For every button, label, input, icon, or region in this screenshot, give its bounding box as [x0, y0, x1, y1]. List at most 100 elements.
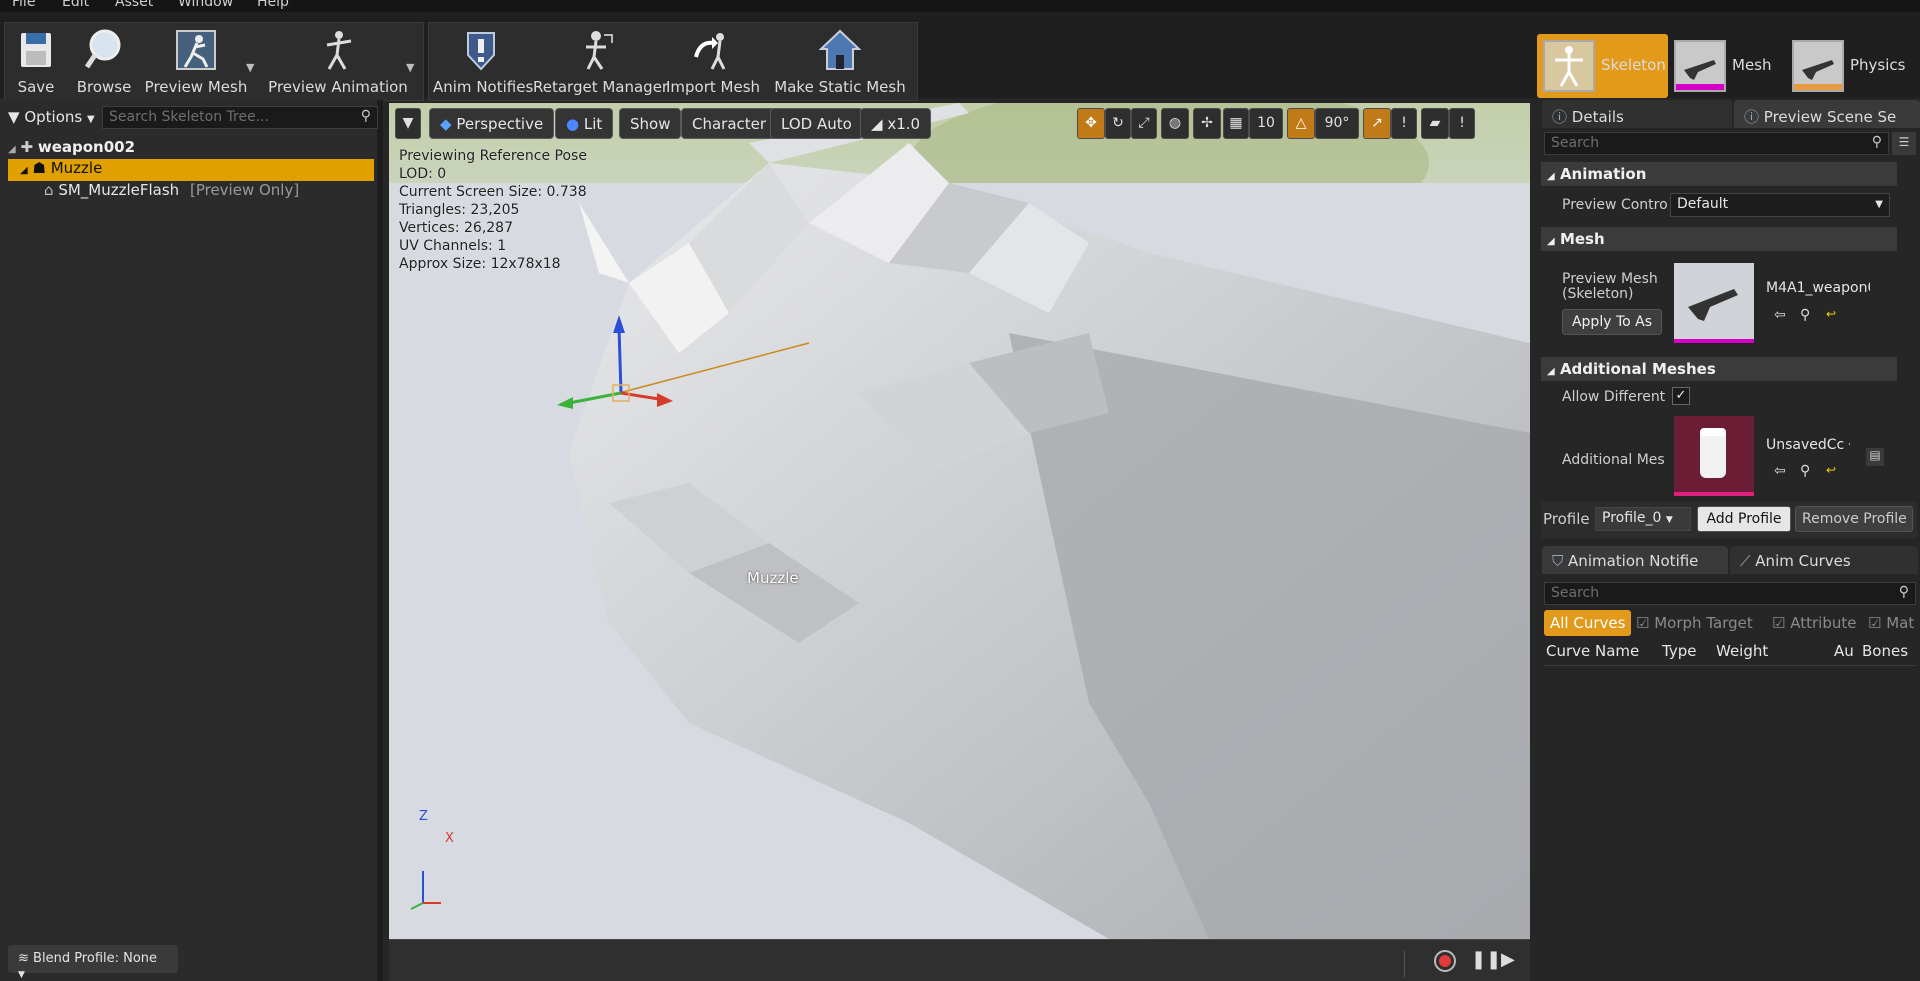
preview-controller-dropdown[interactable]: Default ▼ — [1670, 193, 1890, 217]
filter-icon: ▼ — [8, 108, 20, 126]
profile-label: Profile — [1543, 510, 1590, 528]
lod-button[interactable]: LOD Auto — [770, 108, 863, 139]
reset-icon[interactable]: ↩ — [1826, 463, 1836, 477]
column-type[interactable]: Type — [1662, 642, 1696, 660]
show-button[interactable]: Show — [619, 108, 682, 139]
socket-icon: ☗ — [32, 159, 46, 177]
tab-animation-notifies[interactable]: ⛉ Animation Notifie — [1542, 546, 1728, 574]
viewport[interactable]: Z X ▼ ◆ Perspective ● Lit Show Character… — [389, 103, 1530, 939]
anim-notifies-button[interactable]: Anim Notifies — [433, 23, 533, 102]
collapse-arrow-icon: ◢ — [1547, 366, 1555, 377]
tab-details[interactable]: ⓘ Details — [1542, 100, 1732, 128]
retarget-manager-button[interactable]: Retarget Manager — [533, 23, 668, 102]
column-curve-name[interactable]: Curve Name — [1546, 642, 1639, 660]
scale-icon[interactable]: ⤢ — [1131, 108, 1157, 139]
menu-help[interactable]: Help — [257, 0, 289, 10]
magnifier-icon — [84, 29, 121, 69]
world-space-icon[interactable]: ◍ — [1161, 108, 1189, 139]
step-forward-icon[interactable]: ▶ — [1501, 949, 1515, 970]
preview-mesh-dropdown[interactable]: M4A1_weapon0( ▼ — [1760, 278, 1870, 302]
tree-row-root[interactable]: ◢ ✚ weapon002 — [8, 138, 135, 160]
checkbox-icon: ☑ — [1636, 614, 1650, 632]
column-bones[interactable]: Bones — [1862, 642, 1908, 660]
filter-morph-target[interactable]: ☑ Morph Target — [1630, 610, 1759, 636]
surface-snap-icon[interactable]: ✢ — [1193, 108, 1221, 139]
import-mesh-button[interactable]: Import Mesh — [665, 23, 761, 102]
blend-profile-dropdown[interactable]: ≋ Blend Profile: None ▼ — [8, 945, 178, 980]
view-options-icon[interactable]: ☰ — [1892, 132, 1916, 155]
menu-window[interactable]: Window — [178, 0, 233, 10]
preview-animation-button[interactable]: Preview Animation — [267, 23, 409, 102]
menu-edit[interactable]: Edit — [62, 0, 89, 10]
column-auto[interactable]: Au — [1834, 642, 1854, 660]
menu-file[interactable]: File — [12, 0, 35, 10]
reset-icon[interactable]: ↩ — [1826, 307, 1836, 321]
additional-mesh-thumbnail[interactable] — [1674, 416, 1754, 496]
perspective-button[interactable]: ◆ Perspective — [429, 108, 555, 139]
menu-asset[interactable]: Asset — [115, 0, 153, 10]
rotation-snap-icon[interactable]: △ — [1287, 108, 1315, 139]
column-weight[interactable]: Weight — [1716, 642, 1768, 660]
skeleton-tree-panel: ▼ Options ▼ Search Skeleton Tree... ⚲ ◢ … — [0, 100, 383, 981]
character-button[interactable]: Character — [681, 108, 778, 139]
use-selected-icon[interactable]: ⇦ — [1774, 307, 1786, 323]
rotation-angle-button[interactable]: 90° — [1315, 108, 1359, 139]
tree-row-muzzleflash[interactable]: ⌂ SM_MuzzleFlash [Preview Only] — [44, 181, 299, 203]
translate-icon[interactable]: ✥ — [1077, 108, 1105, 139]
info-icon: ⓘ — [1552, 108, 1568, 126]
checkbox-icon: ☑ — [1868, 614, 1882, 632]
viewport-options-button[interactable]: ▼ — [395, 108, 421, 139]
browse-button[interactable]: Browse — [71, 23, 137, 102]
axis-x-label: X — [445, 831, 454, 846]
preview-mesh-dropdown-icon[interactable]: ▼ — [246, 61, 254, 74]
browse-asset-icon[interactable]: ⚲ — [1800, 307, 1810, 323]
options-button[interactable]: ▼ Options ▼ — [8, 108, 95, 126]
camera-speed-value-button[interactable]: ! — [1449, 108, 1475, 139]
remove-profile-button[interactable]: Remove Profile — [1795, 506, 1913, 532]
notify-shield-icon — [467, 32, 495, 71]
section-additional-meshes[interactable]: ◢ Additional Meshes — [1541, 357, 1897, 381]
scale-value-button[interactable]: ! — [1391, 108, 1417, 139]
pause-icon[interactable]: ❚❚ — [1471, 949, 1501, 970]
use-selected-icon[interactable]: ⇦ — [1774, 463, 1786, 479]
curves-search-input[interactable]: Search ⚲ — [1544, 582, 1916, 605]
playback-speed-button[interactable]: ◢ x1.0 — [860, 108, 932, 139]
browse-asset-icon[interactable]: ⚲ — [1800, 463, 1810, 479]
add-profile-button[interactable]: Add Profile — [1697, 506, 1791, 532]
apply-to-asset-button[interactable]: Apply To As — [1562, 309, 1662, 335]
grid-size-button[interactable]: 10 — [1249, 108, 1283, 139]
record-icon[interactable] — [1433, 949, 1457, 973]
filter-material[interactable]: ☑ Mat — [1862, 610, 1920, 636]
rotate-icon[interactable]: ↻ — [1105, 108, 1131, 139]
tab-anim-curves[interactable]: ⟋ Anim Curves — [1730, 546, 1918, 574]
mode-mesh-tab[interactable]: Mesh — [1668, 34, 1786, 98]
preview-animation-dropdown-icon[interactable]: ▼ — [406, 61, 414, 74]
mesh-thumbnail-icon — [1674, 40, 1726, 92]
mode-physics-tab[interactable]: Physics — [1786, 34, 1920, 98]
scale-snap-icon[interactable]: ↗ — [1363, 108, 1391, 139]
save-button[interactable]: Save — [5, 23, 67, 102]
section-mesh[interactable]: ◢ Mesh — [1541, 227, 1897, 251]
static-mesh-icon: ⌂ — [44, 181, 54, 199]
profile-dropdown[interactable]: Profile_0 ▼ — [1595, 507, 1691, 531]
make-static-mesh-button[interactable]: Make Static Mesh — [765, 23, 915, 102]
details-search-input[interactable]: Search ⚲ — [1544, 132, 1889, 155]
tree-row-muzzle[interactable]: ◢ ☗ Muzzle — [8, 159, 374, 181]
preview-mesh-button[interactable]: Preview Mesh — [143, 23, 249, 102]
tab-preview-scene[interactable]: ⓘ Preview Scene Se — [1734, 100, 1920, 128]
filter-all-curves[interactable]: All Curves — [1544, 610, 1632, 636]
profile-bar: Profile Profile_0 ▼ Add Profile Remove P… — [1541, 502, 1917, 538]
additional-mesh-dropdown[interactable]: UnsavedCc ▼ — [1760, 435, 1850, 459]
section-animation[interactable]: ◢ Animation — [1541, 162, 1897, 186]
preview-mesh-thumbnail[interactable] — [1674, 263, 1754, 343]
filter-attribute[interactable]: ☑ Attribute — [1766, 610, 1862, 636]
camera-speed-icon[interactable]: ▰ — [1421, 108, 1449, 139]
grid-snap-icon[interactable]: ▦ — [1223, 108, 1249, 139]
mode-skeleton-tab[interactable]: Skeleton — [1537, 34, 1668, 98]
skeleton-search-input[interactable]: Search Skeleton Tree... ⚲ — [102, 106, 378, 129]
lit-button[interactable]: ● Lit — [555, 108, 614, 139]
collapse-arrow-icon: ◢ — [20, 165, 28, 176]
timeline-bar: ❚❚ ▶ — [389, 939, 1530, 981]
save-asset-icon[interactable]: ▤ — [1866, 448, 1884, 466]
allow-different-checkbox[interactable]: ✓ — [1672, 387, 1690, 405]
